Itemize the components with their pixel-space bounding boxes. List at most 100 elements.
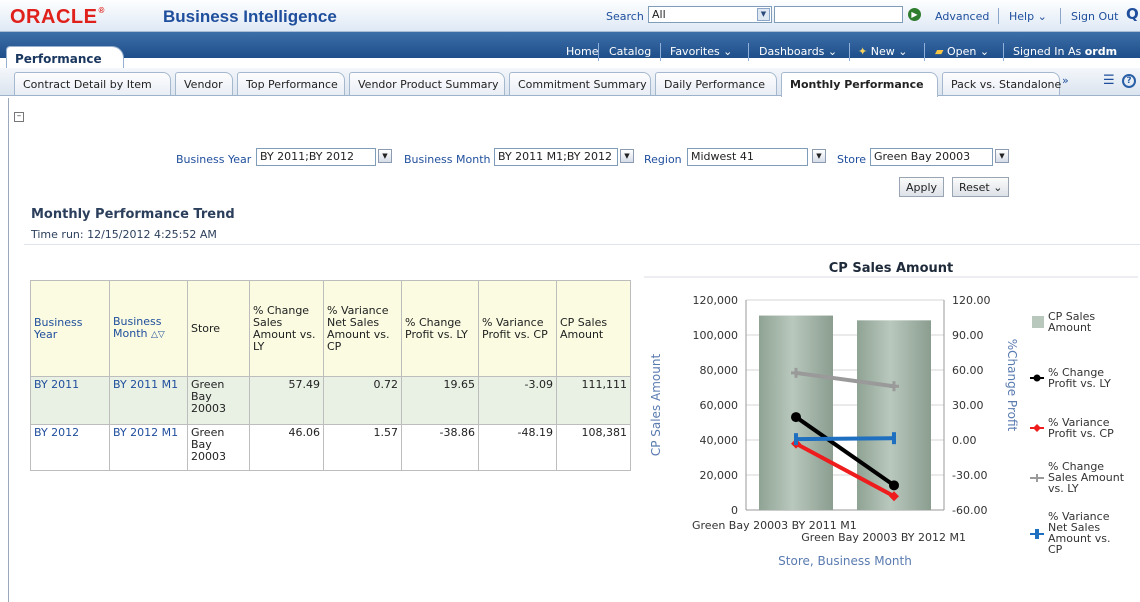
chevron-down-icon[interactable]: ▼	[995, 149, 1009, 163]
table-cell: 108,381	[556, 424, 631, 471]
x-axis-title: Store, Business Month	[778, 554, 912, 568]
legend-marker	[1033, 374, 1041, 382]
y-tick-label: 100,000	[693, 329, 739, 342]
divider	[924, 43, 925, 61]
x-tick-label: Green Bay 20003 BY 2012 M1	[801, 531, 966, 544]
page-tabs: Contract Detail by Item Vendor Top Perfo…	[0, 68, 1140, 97]
page-options-icon[interactable]: ☰	[1103, 73, 1115, 88]
column-header: % Variance Net Sales Amount vs. CP	[323, 280, 402, 377]
legend-label: Amount	[1048, 321, 1092, 334]
series-line-4	[795, 436, 895, 442]
tab-vendor-product-summary[interactable]: Vendor Product Summary	[349, 72, 505, 95]
y-axis-title: CP Sales Amount	[649, 354, 663, 457]
tab-contract-detail-by-item[interactable]: Contract Detail by Item	[14, 72, 171, 95]
divider	[998, 8, 999, 24]
column-header: % Change Sales Amount vs. LY	[249, 280, 324, 377]
help-icon[interactable]: ?	[1122, 74, 1136, 88]
table-cell: 19.65	[401, 376, 479, 425]
signed-in-user[interactable]: ordm	[1085, 45, 1117, 58]
collapse-section-icon[interactable]: –	[14, 112, 24, 122]
y2-tick-label: 60.00	[952, 364, 984, 377]
catalog-link[interactable]: Catalog	[609, 45, 651, 58]
cp-sales-amount-chart[interactable]: CP Sales Amount 0 20,000 40,000 60,000 80,000…	[644, 250, 1138, 580]
table-cell: 1.57	[323, 424, 402, 471]
divider	[24, 244, 1140, 245]
y2-tick-label: 120.00	[952, 294, 991, 307]
table-cell: 46.06	[249, 424, 324, 471]
apply-button[interactable]: Apply	[899, 177, 945, 197]
time-run: Time run: 12/15/2012 4:25:52 AM	[31, 228, 217, 241]
table-cell-link[interactable]: BY 2012	[30, 424, 110, 471]
y2-tick-label: -60.00	[952, 504, 987, 517]
favorites-menu[interactable]: Favorites ⌄	[670, 45, 732, 58]
help-menu[interactable]: Help ⌄	[1009, 10, 1047, 23]
app-title: Business Intelligence	[163, 7, 337, 26]
series-point	[892, 432, 896, 445]
table-cell: 111,111	[556, 376, 631, 425]
legend-label: vs. LY	[1048, 482, 1079, 495]
chevron-down-icon[interactable]: ▼	[378, 149, 392, 163]
column-header: Store	[187, 280, 250, 377]
home-link[interactable]: Home	[566, 45, 598, 58]
region-label: Region	[644, 153, 682, 166]
open-menu[interactable]: ▰ Open ⌄	[935, 45, 989, 58]
search-label: Search	[606, 10, 644, 23]
reset-button[interactable]: Reset ⌄	[952, 177, 1010, 197]
chevron-down-icon[interactable]: ▼	[620, 149, 634, 163]
new-menu[interactable]: ✦ New ⌄	[858, 45, 907, 58]
folder-icon: ▰	[935, 45, 944, 58]
y2-tick-label: 30.00	[952, 399, 984, 412]
table-cell: -48.19	[478, 424, 557, 471]
chevron-down-icon[interactable]: ▼	[812, 149, 826, 163]
more-tabs-icon[interactable]: »	[1062, 74, 1069, 87]
sort-icon[interactable]: △▽	[151, 330, 165, 340]
column-header[interactable]: Business Year	[30, 280, 110, 377]
chevron-down-icon[interactable]: ▼	[757, 8, 770, 21]
series-point	[791, 412, 801, 423]
dashboards-menu[interactable]: Dashboards ⌄	[759, 45, 837, 58]
column-header: CP Sales Amount	[556, 280, 631, 377]
y-tick-label: 120,000	[693, 294, 739, 307]
y-tick-label: 20,000	[700, 469, 739, 482]
dashboard-tab-performance[interactable]: Performance	[6, 46, 124, 68]
divider	[598, 43, 599, 61]
series-point	[794, 433, 798, 446]
y2-tick-label: -30.00	[952, 469, 987, 482]
table-cell-link[interactable]: BY 2012 M1	[109, 424, 188, 471]
table-cell-link[interactable]: BY 2011	[30, 376, 110, 425]
business-month-select[interactable]: BY 2011 M1;BY 2012	[494, 148, 618, 166]
tab-monthly-performance[interactable]: Monthly Performance	[781, 72, 938, 97]
tab-vendor[interactable]: Vendor	[175, 72, 233, 95]
divider	[1060, 8, 1061, 24]
y2-tick-label: 0.00	[952, 434, 977, 447]
logo-registered-mark: ®	[98, 6, 105, 15]
y-tick-label: 40,000	[700, 434, 739, 447]
search-icon[interactable]: Q	[1126, 5, 1139, 23]
table-cell: -38.86	[401, 424, 479, 471]
search-scope-select[interactable]: All ▼	[648, 6, 772, 23]
series-point	[889, 480, 899, 491]
table-cell: 57.49	[249, 376, 324, 425]
column-header-sortable[interactable]: Business Month △▽	[109, 280, 188, 377]
store-select[interactable]: Green Bay 20003	[870, 148, 993, 166]
tab-commitment-summary[interactable]: Commitment Summary	[509, 72, 651, 95]
y-tick-label: 80,000	[700, 364, 739, 377]
tab-top-performance[interactable]: Top Performance	[237, 72, 345, 95]
tab-pack-vs-standalone[interactable]: Pack vs. Standalone	[942, 72, 1061, 95]
business-month-label: Business Month	[404, 153, 491, 166]
divider	[660, 43, 661, 61]
performance-table: Business Year Business Month △▽ Store % …	[30, 280, 631, 471]
sign-out-link[interactable]: Sign Out	[1071, 10, 1118, 23]
column-header: % Variance Profit vs. CP	[478, 280, 557, 377]
legend-label: Profit vs. LY	[1048, 377, 1111, 390]
tab-daily-performance[interactable]: Daily Performance	[655, 72, 777, 95]
region-select[interactable]: Midwest 41	[687, 148, 808, 166]
search-go-icon[interactable]: ▶	[908, 8, 921, 21]
global-header: ORACLE® Business Intelligence Search All…	[0, 0, 1140, 32]
advanced-link[interactable]: Advanced	[935, 10, 989, 23]
divider	[1003, 43, 1004, 61]
table-cell-link[interactable]: BY 2011 M1	[109, 376, 188, 425]
legend-label: CP	[1048, 543, 1063, 556]
business-year-select[interactable]: BY 2011;BY 2012	[256, 148, 376, 166]
search-input[interactable]	[774, 6, 903, 23]
